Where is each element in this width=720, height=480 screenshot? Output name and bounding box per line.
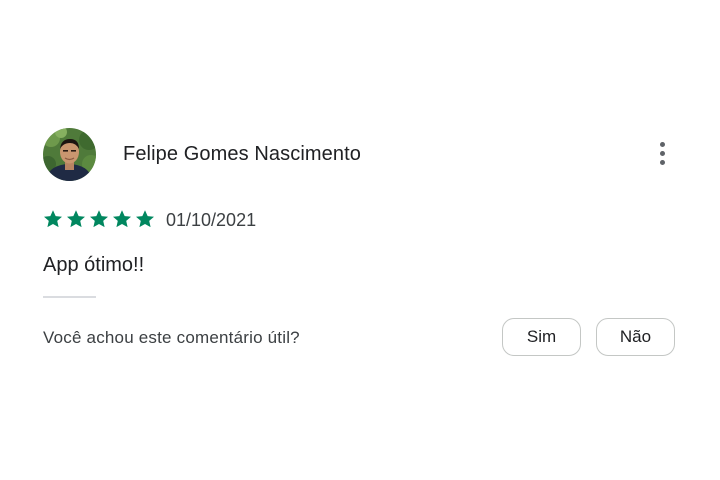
more-options-icon-dot [659,159,665,165]
more-options-icon-dot [659,150,665,156]
more-options-button[interactable] [646,136,678,170]
review-text: App ótimo!! [43,254,145,276]
divider [43,296,96,298]
review-card: Felipe Gomes Nascimento 01/10/2021 App ó… [0,0,720,480]
helpful-question: Você achou este comentário útil? [43,328,300,347]
star-icon [67,210,85,228]
star-icon [90,210,108,228]
star-icon [113,210,131,228]
avatar[interactable] [43,128,96,181]
avatar-image [43,128,96,181]
helpful-yes-button[interactable]: Sim [502,318,581,356]
star-icon [44,210,62,228]
star-rating [42,208,156,232]
review-date: 01/10/2021 [166,210,257,230]
star-icon [136,210,154,228]
reviewer-name: Felipe Gomes Nascimento [123,143,361,165]
helpful-no-button[interactable]: Não [596,318,675,356]
more-options-icon [659,141,665,147]
